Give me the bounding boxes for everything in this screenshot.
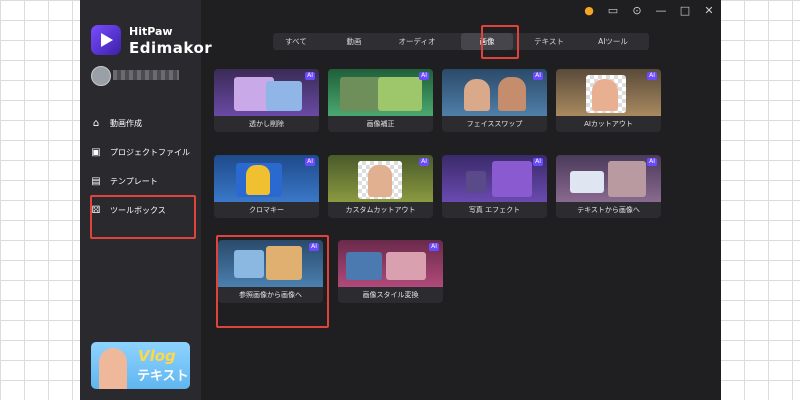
tool-card-face-swap[interactable]: AI フェイススワップ — [442, 69, 547, 132]
sidebar-item-label: ツールボックス — [110, 205, 166, 215]
tool-label: 画像スタイル変換 — [362, 291, 419, 299]
thumbnail — [442, 69, 547, 116]
sidebar-item-templates[interactable]: ▤ テンプレート — [90, 171, 200, 191]
image-placeholder — [266, 246, 302, 280]
tab-ai-tools[interactable]: AIツール — [583, 33, 643, 50]
ai-badge: AI — [533, 72, 543, 80]
image-placeholder — [266, 81, 302, 111]
feedback-icon[interactable]: ▭ — [607, 4, 619, 17]
thumbnail — [214, 69, 319, 116]
text-box-placeholder — [570, 171, 604, 193]
tool-card-watermark-remove[interactable]: AI 透かし削除 — [214, 69, 319, 132]
tool-label: 画像補正 — [366, 120, 395, 128]
ai-badge: AI — [305, 158, 315, 166]
image-placeholder — [378, 77, 422, 111]
close-icon[interactable]: ✕ — [703, 4, 715, 17]
tool-label: AIカットアウト — [584, 120, 633, 128]
tab-video[interactable]: 動画 — [329, 33, 379, 50]
ai-badge: AI — [533, 158, 543, 166]
tool-card-text-to-image[interactable]: AI テキストから画像へ — [556, 155, 661, 218]
image-placeholder — [346, 252, 382, 280]
thumbnail — [218, 240, 323, 287]
brand-small: HitPaw — [129, 25, 173, 38]
portrait-placeholder — [368, 165, 392, 197]
thumbnail — [442, 155, 547, 202]
user-profile[interactable] — [91, 64, 187, 86]
sidebar-item-label: テンプレート — [110, 176, 158, 186]
promo-banner[interactable]: Vlog テキスト — [91, 342, 190, 389]
thumbnail — [328, 155, 433, 202]
username-blurred — [113, 70, 179, 80]
image-placeholder — [234, 250, 264, 278]
ai-badge: AI — [419, 72, 429, 80]
tool-label: クロマキー — [249, 206, 284, 214]
tool-label: フェイススワップ — [466, 120, 523, 128]
template-icon: ▤ — [91, 175, 101, 187]
thumbnail — [556, 155, 661, 202]
thumbnail — [214, 155, 319, 202]
avatar[interactable] — [91, 66, 111, 86]
window-controls: ● ▭ ⊙ — □ ✕ — [583, 4, 715, 17]
ai-badge: AI — [647, 72, 657, 80]
tool-card-ai-cutout[interactable]: AI AIカットアウト — [556, 69, 661, 132]
thumbnail — [556, 69, 661, 116]
image-placeholder — [608, 161, 646, 197]
promo-subtitle: テキスト — [137, 369, 189, 384]
sidebar-item-toolbox[interactable]: ⚄ ツールボックス — [90, 200, 200, 220]
tab-image[interactable]: 画像 — [461, 33, 513, 50]
tool-label: 写真 エフェクト — [468, 206, 521, 214]
tool-card-image-enhance[interactable]: AI 画像補正 — [328, 69, 433, 132]
tool-card-reference-image-to-image[interactable]: AI 参照画像から画像へ — [218, 240, 323, 303]
category-tabs: すべて 動画 オーディオ 画像 テキスト AIツール — [273, 33, 649, 50]
tab-audio[interactable]: オーディオ — [387, 33, 447, 50]
sidebar-item-label: プロジェクトファイル — [110, 147, 190, 157]
sidebar-item-project-files[interactable]: ▣ プロジェクトファイル — [90, 142, 200, 162]
ai-badge: AI — [309, 243, 319, 251]
sidebar-item-create-video[interactable]: ⌂ 動画作成 — [90, 113, 200, 133]
app-logo-icon — [91, 25, 121, 55]
image-placeholder — [466, 171, 486, 193]
face-placeholder — [464, 79, 490, 111]
settings-icon[interactable]: ⊙ — [631, 4, 643, 17]
coin-icon[interactable]: ● — [583, 4, 595, 17]
ai-badge: AI — [429, 243, 439, 251]
tool-label: 透かし削除 — [249, 120, 284, 128]
tab-text[interactable]: テキスト — [521, 33, 577, 50]
folder-icon: ▣ — [91, 146, 101, 158]
tab-all[interactable]: すべて — [273, 33, 319, 50]
maximize-icon[interactable]: □ — [679, 4, 691, 17]
tool-card-image-style-transfer[interactable]: AI 画像スタイル変換 — [338, 240, 443, 303]
thumbnail — [338, 240, 443, 287]
image-placeholder — [340, 77, 382, 111]
home-icon: ⌂ — [92, 117, 100, 129]
app-window: HitPaw Edimakor ⌂ 動画作成 ▣ プロジェクトファイル ▤ テン… — [80, 0, 721, 400]
ai-badge: AI — [305, 72, 315, 80]
promo-title: Vlog — [138, 347, 176, 365]
face-placeholder — [498, 77, 526, 111]
image-placeholder — [386, 252, 426, 280]
toolbox-icon: ⚄ — [91, 204, 101, 216]
portrait-placeholder — [592, 79, 618, 111]
tool-label: カスタムカットアウト — [345, 206, 416, 214]
sidebar: HitPaw Edimakor ⌂ 動画作成 ▣ プロジェクトファイル ▤ テン… — [80, 0, 212, 400]
promo-figure — [99, 348, 127, 389]
thumbnail — [328, 69, 433, 116]
image-placeholder — [492, 161, 532, 197]
sidebar-item-label: 動画作成 — [110, 118, 142, 128]
tool-label: 参照画像から画像へ — [239, 291, 302, 299]
tool-card-chroma-key[interactable]: AI クロマキー — [214, 155, 319, 218]
tool-label: テキストから画像へ — [577, 206, 640, 214]
ai-badge: AI — [419, 158, 429, 166]
person-placeholder — [246, 165, 270, 195]
tool-card-photo-effect[interactable]: AI 写真 エフェクト — [442, 155, 547, 218]
ai-badge: AI — [647, 158, 657, 166]
minimize-icon[interactable]: — — [655, 4, 667, 17]
brand-name: Edimakor — [129, 39, 213, 57]
tool-card-custom-cutout[interactable]: AI カスタムカットアウト — [328, 155, 433, 218]
